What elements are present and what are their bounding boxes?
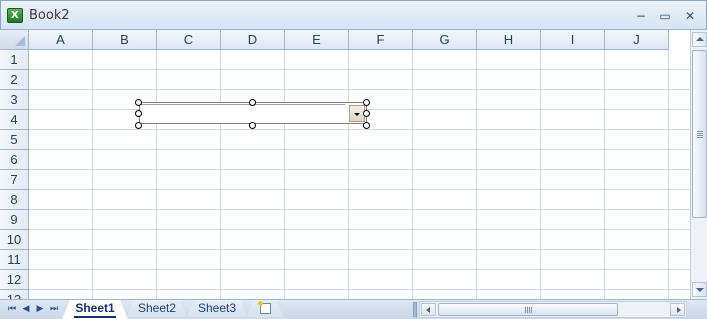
- row-header-3[interactable]: 3: [0, 90, 29, 110]
- row-header-6[interactable]: 6: [0, 150, 29, 170]
- column-header-e[interactable]: E: [285, 30, 349, 50]
- previous-sheet-icon[interactable]: ◀: [20, 303, 32, 315]
- minimize-button[interactable]: −: [633, 9, 649, 23]
- scroll-right-arrow-icon[interactable]: [670, 303, 685, 316]
- resize-handle-bottom-right[interactable]: [363, 122, 370, 129]
- tab-sheet1[interactable]: Sheet1: [62, 300, 128, 319]
- column-header-d[interactable]: D: [221, 30, 285, 50]
- resize-handle-right[interactable]: [363, 110, 370, 117]
- column-header-g[interactable]: G: [413, 30, 477, 50]
- row-header-2[interactable]: 2: [0, 70, 29, 90]
- combo-box-value[interactable]: [140, 104, 345, 123]
- row-header-12[interactable]: 12: [0, 270, 29, 290]
- sheet-tab-bar: ⏮ ◀ ▶ ⏭ Sheet1 Sheet2 Sheet3: [0, 299, 707, 319]
- first-sheet-icon[interactable]: ⏮: [6, 303, 18, 315]
- column-header-b[interactable]: B: [93, 30, 157, 50]
- row-header-7[interactable]: 7: [0, 170, 29, 190]
- grip-icon: [525, 307, 532, 313]
- resize-handle-top-right[interactable]: [363, 99, 370, 106]
- row-header-1[interactable]: 1: [0, 50, 29, 70]
- column-header-i[interactable]: I: [541, 30, 605, 50]
- resize-grip-icon[interactable]: [690, 302, 705, 317]
- tab-label: Sheet3: [198, 301, 237, 315]
- column-header-a[interactable]: A: [29, 30, 93, 50]
- tab-label: Sheet2: [138, 301, 177, 315]
- app-icon-letter: X: [11, 10, 19, 21]
- cell-area[interactable]: [29, 50, 690, 299]
- resize-handle-left[interactable]: [135, 110, 142, 117]
- tab-sheet3[interactable]: Sheet3: [186, 300, 248, 318]
- resize-handle-top-left[interactable]: [135, 99, 142, 106]
- row-header-5[interactable]: 5: [0, 130, 29, 150]
- restore-button[interactable]: ▭: [657, 9, 673, 23]
- tab-sheet2[interactable]: Sheet2: [126, 300, 188, 318]
- row-header-13[interactable]: 13: [0, 290, 29, 299]
- scroll-left-arrow-icon[interactable]: [421, 303, 436, 316]
- column-header-c[interactable]: C: [157, 30, 221, 50]
- row-header-4[interactable]: 4: [0, 110, 29, 130]
- row-header-8[interactable]: 8: [0, 190, 29, 210]
- new-sheet-icon: [260, 303, 271, 314]
- select-all-corner[interactable]: [0, 30, 29, 50]
- worksheet-grid[interactable]: A B C D E F G H I J 1 2 3 4 5 6 7 8 9 10…: [0, 30, 690, 299]
- row-header-11[interactable]: 11: [0, 250, 29, 270]
- window-title: Book2: [29, 8, 70, 23]
- horizontal-scrollbar[interactable]: [419, 301, 687, 318]
- column-header-j[interactable]: J: [605, 30, 669, 50]
- scroll-up-arrow-icon[interactable]: [692, 32, 707, 47]
- column-header-f[interactable]: F: [349, 30, 413, 50]
- resize-handle-top[interactable]: [249, 99, 256, 106]
- resize-handle-bottom-left[interactable]: [135, 122, 142, 129]
- resize-handle-bottom[interactable]: [249, 122, 256, 129]
- grip-icon: [697, 131, 703, 138]
- row-header-9[interactable]: 9: [0, 210, 29, 230]
- scroll-down-arrow-icon[interactable]: [692, 282, 707, 297]
- vertical-scroll-thumb[interactable]: [692, 50, 707, 218]
- tab-split-handle[interactable]: [413, 302, 417, 317]
- excel-icon[interactable]: X: [7, 8, 23, 23]
- insert-sheet-button[interactable]: [246, 300, 284, 318]
- row-header-10[interactable]: 10: [0, 230, 29, 250]
- next-sheet-icon[interactable]: ▶: [34, 303, 46, 315]
- vertical-scrollbar[interactable]: [690, 30, 707, 299]
- tab-label: Sheet1: [74, 301, 116, 318]
- close-button[interactable]: ✕: [682, 9, 698, 23]
- column-header-h[interactable]: H: [477, 30, 541, 50]
- horizontal-scroll-thumb[interactable]: [438, 303, 618, 316]
- last-sheet-icon[interactable]: ⏭: [48, 303, 60, 315]
- title-bar: X Book2 − ▭ ✕: [0, 0, 707, 30]
